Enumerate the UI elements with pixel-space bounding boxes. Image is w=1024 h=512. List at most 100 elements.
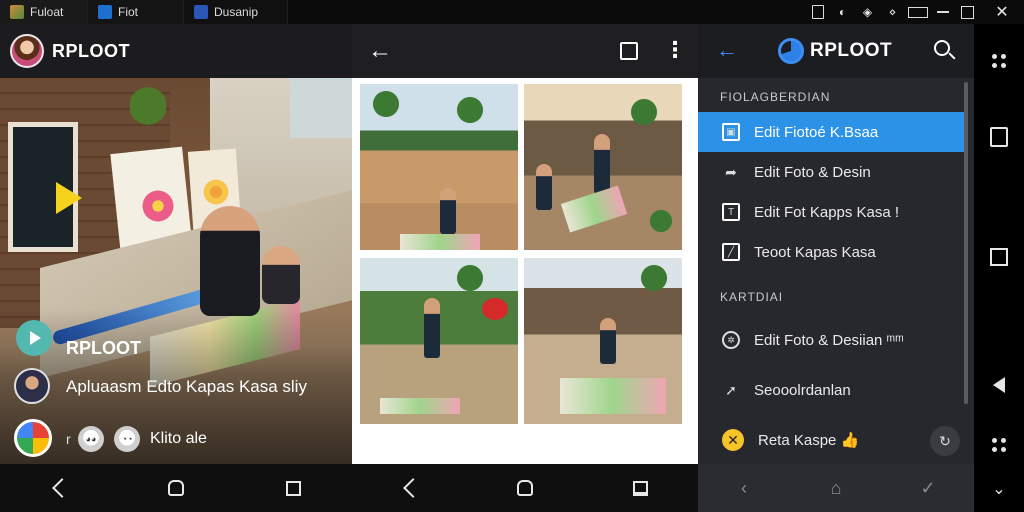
share-icon: ➦ [725, 163, 737, 180]
flower-painting [202, 178, 230, 206]
maximize-icon[interactable] [955, 0, 980, 24]
potted-plant [644, 204, 678, 238]
nav-home-button[interactable] [163, 475, 189, 501]
apps-icon[interactable] [988, 434, 1010, 456]
channel-name[interactable]: RPLOOT [66, 338, 141, 359]
scene-person [536, 164, 552, 210]
nav-recents-button[interactable] [280, 475, 306, 501]
tab-1[interactable]: Fuloat [0, 0, 88, 24]
globe-icon[interactable]: ◐ [830, 0, 855, 24]
video-scene[interactable] [0, 78, 352, 464]
panel3-header: ← RPLOOT [698, 24, 974, 78]
photo-thumbnail[interactable] [360, 258, 518, 424]
scene-child [200, 206, 260, 316]
edit-icon: ▣ [722, 123, 740, 141]
browser-tab-strip: Fuloat Fiot Dusanip ◐ ◈ ⋄ ✕ [0, 0, 1024, 24]
menu-item-4[interactable]: ╱ Teoot Kapas Kasa [698, 232, 964, 272]
menu-item-label: Teoot Kapas Kasa [754, 243, 876, 261]
back-arrow-icon[interactable]: ← [716, 37, 738, 63]
nav-bar [352, 464, 698, 512]
nav-back-button[interactable] [46, 475, 72, 501]
scene-mat [380, 398, 460, 414]
side-rail: ⌄ [974, 24, 1024, 512]
tab-3-label: Dusanip [214, 5, 259, 19]
nav-bar: ‹ ⌂ ✓ [698, 464, 974, 512]
photo-grid-panel: ← ⋮ [352, 24, 698, 464]
brand-logo-icon [778, 38, 804, 64]
avatar[interactable] [10, 34, 44, 68]
menu-item-label: Reta Kaspe 👍 [758, 432, 860, 449]
photo-thumbnail[interactable] [360, 84, 518, 250]
tab-2-label: Fiot [118, 5, 139, 19]
avatar[interactable] [14, 368, 50, 404]
face-icon[interactable]: ◔◔ [114, 426, 140, 452]
photo-thumbnail[interactable] [524, 258, 682, 424]
nav-recents-button[interactable]: ✓ [915, 475, 941, 501]
video-description: Apluaasm Edto Kapas Kasa sliy [66, 377, 307, 396]
scene-sky [290, 78, 352, 138]
chevron-down-icon[interactable]: ⌄ [988, 478, 1010, 500]
menu-item-3[interactable]: T Edit Fot Kapps Kasa ! [698, 192, 964, 232]
nav-back-button[interactable]: ‹ [731, 475, 757, 501]
palette-icon: ✲ [722, 331, 740, 349]
nav-recents-button[interactable] [627, 475, 653, 501]
menu-item-7[interactable]: ✕ Reta Kaspe 👍 [698, 420, 964, 460]
scene-person [440, 188, 456, 234]
shield-icon[interactable]: ◈ [855, 0, 880, 24]
photo-thumbnail[interactable] [524, 84, 682, 250]
window-controls: ◐ ◈ ⋄ ✕ [805, 0, 1024, 24]
photo-grid [360, 84, 684, 428]
crop-icon: T [722, 203, 740, 221]
scene-mat [560, 378, 666, 414]
scrollbar[interactable] [964, 82, 968, 404]
menu-item-label: Seooolrdanlan [754, 381, 851, 399]
menu-item-label: Edit Foto & Desiian ᵐᵐ [754, 331, 904, 349]
tab-3[interactable]: Dusanip [184, 0, 288, 24]
section-header: KARTDIAI [720, 290, 784, 304]
palm-tree [366, 84, 406, 124]
video-feed-panel: RPLOOT RPLOOT Apluaasm Edto Kapas Kasa s… [0, 24, 352, 464]
app-icon [10, 5, 24, 19]
app-icon [98, 5, 112, 19]
reaction-group: ◕◕ ◔◔ [78, 426, 140, 452]
back-arrow-icon[interactable]: ← [368, 37, 392, 65]
scene-mat [400, 234, 480, 250]
palm-tree [634, 258, 674, 298]
menu-item-6[interactable]: ➚ Seooolrdanlan [698, 370, 964, 410]
tab-2[interactable]: Fiot [88, 0, 184, 24]
menu-item-label: Edit Foto & Desin [754, 163, 871, 181]
battery-icon [905, 0, 930, 24]
search-icon[interactable] [934, 40, 950, 56]
nav-back-button[interactable] [397, 475, 423, 501]
play-arrow-icon[interactable] [56, 182, 82, 214]
window-icon[interactable] [988, 126, 1010, 148]
badge-icon [482, 298, 508, 320]
pencil-icon: ╱ [722, 243, 740, 261]
rotate-icon[interactable]: ↻ [930, 426, 960, 456]
more-options-icon[interactable]: ⋮ [664, 37, 686, 63]
close-icon[interactable]: ✕ [980, 0, 1024, 24]
scene-mat [560, 185, 628, 233]
menu-panel: ← RPLOOT FIOLAGBERDIAN ▣ Edit Fiotoé K.B… [698, 24, 974, 464]
palm-tree [450, 90, 490, 130]
face-icon[interactable]: ◕◕ [78, 426, 104, 452]
square-icon[interactable] [988, 246, 1010, 268]
small-text: r [66, 431, 71, 447]
minimize-icon[interactable] [930, 0, 955, 24]
select-icon[interactable] [620, 42, 638, 60]
back-icon[interactable] [988, 374, 1010, 396]
menu-item-5[interactable]: ✲ Edit Foto & Desiian ᵐᵐ [698, 320, 964, 360]
apps-icon[interactable] [988, 50, 1010, 72]
scene-person [424, 298, 440, 358]
flower-painting [140, 188, 176, 224]
star-icon: ✕ [722, 429, 744, 451]
app-logo-icon[interactable] [14, 419, 52, 457]
menu-item-label: Edit Fiotoé K.Bsaa [754, 123, 879, 141]
nav-home-button[interactable] [512, 475, 538, 501]
section-header: FIOLAGBERDIAN [720, 90, 831, 104]
nav-home-button[interactable]: ⌂ [823, 475, 849, 501]
play-button[interactable] [16, 320, 52, 356]
menu-item-2[interactable]: ➦ Edit Foto & Desin [698, 152, 964, 192]
clipboard-icon[interactable] [805, 0, 830, 24]
menu-item-1[interactable]: ▣ Edit Fiotoé K.Bsaa [698, 112, 964, 152]
